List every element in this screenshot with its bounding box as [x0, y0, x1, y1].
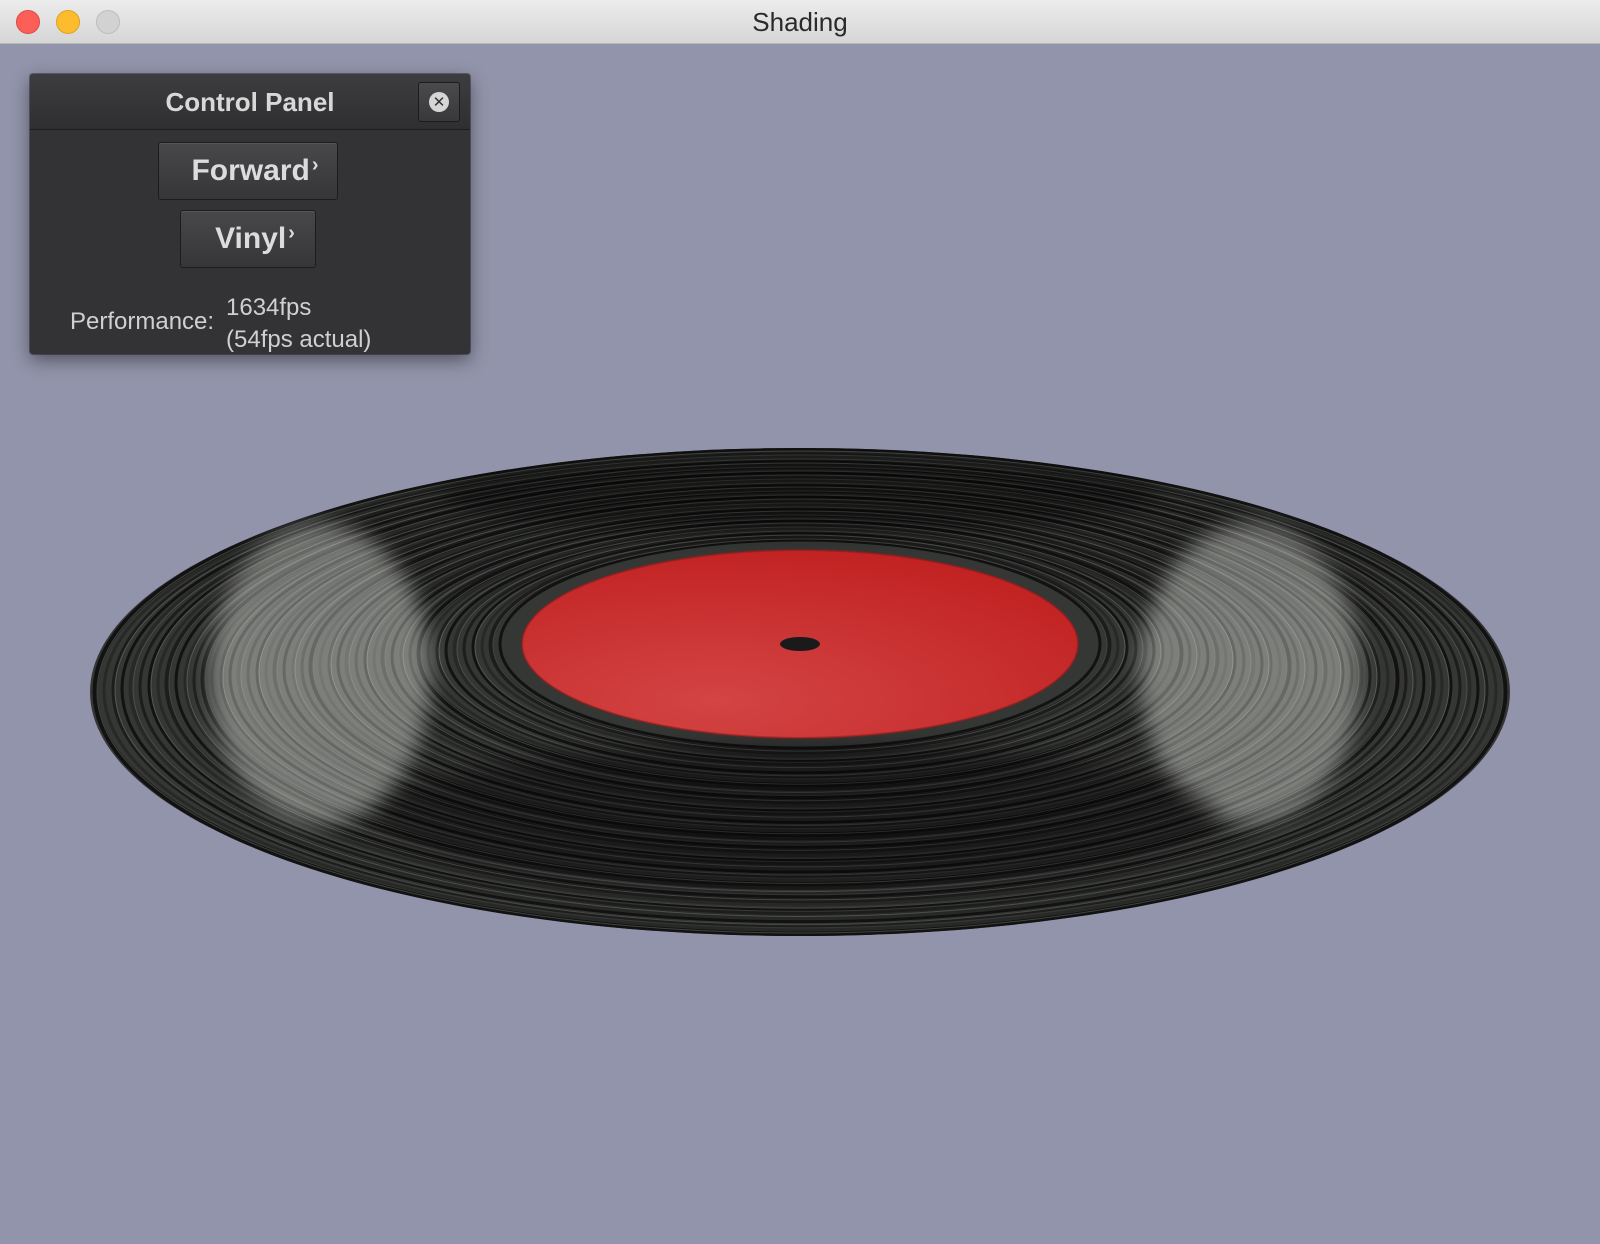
app-window: Shading Control Panel ✕ Forward › Vinyl …: [0, 0, 1600, 1244]
performance-fps: 1634fps: [226, 294, 312, 321]
performance-actual-fps: (54fps actual): [226, 326, 372, 353]
control-panel: Control Panel ✕ Forward › Vinyl › Performa…: [30, 74, 470, 354]
control-panel-header[interactable]: Control Panel ✕: [30, 74, 470, 130]
vinyl-disc: [90, 448, 1510, 936]
control-panel-close-button[interactable]: ✕: [418, 82, 460, 122]
vinyl-button-label: Vinyl: [215, 222, 287, 255]
spindle-hole: [780, 637, 820, 651]
forward-button[interactable]: Forward ›: [158, 142, 338, 200]
close-icon: ✕: [429, 92, 449, 112]
control-panel-title: Control Panel: [165, 87, 335, 117]
chevron-right-icon: ›: [311, 153, 319, 176]
title-bar: Shading: [0, 0, 1600, 44]
forward-button-label: Forward: [191, 154, 310, 187]
render-viewport[interactable]: Control Panel ✕ Forward › Vinyl › Performa…: [0, 44, 1600, 1244]
chevron-right-icon: ›: [288, 221, 295, 244]
window-title: Shading: [752, 7, 848, 37]
vinyl-button[interactable]: Vinyl ›: [180, 210, 316, 268]
performance-label: Performance:: [70, 308, 215, 335]
performance-value: 1634fps (54fps actual): [226, 292, 371, 356]
